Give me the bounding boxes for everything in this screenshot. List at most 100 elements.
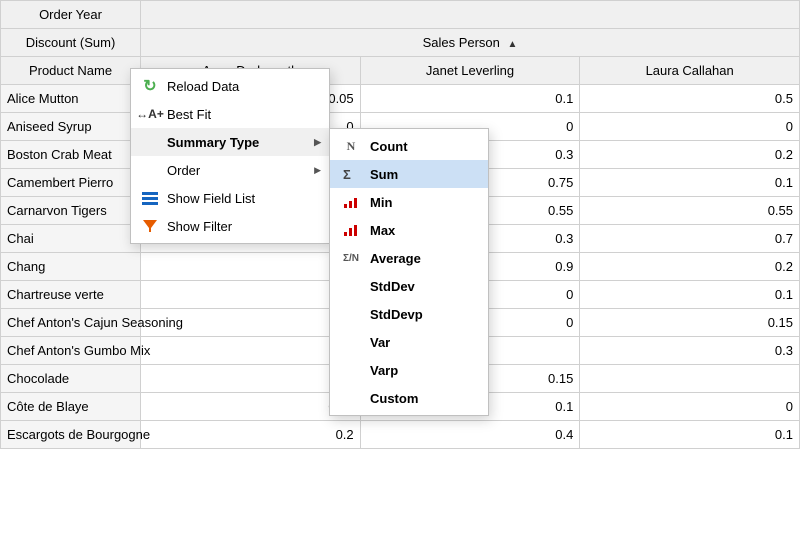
summary-type-icon (141, 133, 159, 151)
menu-item-showlist-label: Show Field List (167, 191, 317, 206)
data-cell-laura: 0.3 (580, 337, 800, 365)
menu-item-summary-type[interactable]: Summary Type N Count Σ Sum (131, 128, 329, 156)
submenu-var[interactable]: Var (330, 328, 488, 356)
filter-icon (141, 217, 159, 235)
data-cell-laura: 0.15 (580, 309, 800, 337)
sort-arrow-icon: ▲ (508, 39, 518, 50)
data-cell-anne: 0 (141, 253, 361, 281)
varp-icon (340, 361, 362, 379)
submenu-count-label: Count (370, 139, 408, 154)
data-cell-laura (580, 365, 800, 393)
data-cell-laura: 0.1 (580, 281, 800, 309)
data-cell-laura: 0.2 (580, 141, 800, 169)
product-name-header: Product Name (1, 57, 141, 85)
menu-item-order[interactable]: Order (131, 156, 329, 184)
submenu-count[interactable]: N Count (330, 132, 488, 160)
menu-item-order-label: Order (167, 163, 317, 178)
submenu-sum[interactable]: Σ Sum (330, 160, 488, 188)
row-product-name: Aniseed Syrup (1, 113, 141, 141)
discount-row: Discount (Sum) Sales Person ▲ (1, 29, 800, 57)
data-cell-laura: 0.55 (580, 197, 800, 225)
menu-item-bestfit-label: Best Fit (167, 107, 317, 122)
table-row: Escargots de Bourgogne0.20.40.1 (1, 421, 800, 449)
row-product-name: Côte de Blaye (1, 393, 141, 421)
col-laura[interactable]: Laura Callahan (580, 57, 800, 85)
data-cell-janet: 0.1 (360, 85, 580, 113)
order-icon (141, 161, 159, 179)
data-cell-anne (141, 365, 361, 393)
menu-item-reload-label: Reload Data (167, 79, 317, 94)
menu-item-summary-label: Summary Type (167, 135, 317, 150)
row-product-name: Chef Anton's Cajun Seasoning (1, 309, 141, 337)
custom-icon (340, 389, 362, 407)
data-cell-anne (141, 337, 361, 365)
order-year-cell: Order Year (1, 1, 141, 29)
bestfit-icon: ↔A+ (141, 105, 159, 123)
data-cell-anne: 0.2 (141, 421, 361, 449)
salesperson-label: Sales Person (423, 35, 500, 50)
submenu-average[interactable]: Σ/N Average (330, 244, 488, 272)
svg-text:Σ: Σ (343, 167, 351, 182)
menu-item-showlist[interactable]: Show Field List (131, 184, 329, 212)
submenu-average-label: Average (370, 251, 421, 266)
max-icon (340, 221, 362, 239)
submenu-max[interactable]: Max (330, 216, 488, 244)
order-year-row: Order Year (1, 1, 800, 29)
col-janet[interactable]: Janet Leverling (360, 57, 580, 85)
order-year-header (141, 1, 800, 29)
stddev-icon (340, 277, 362, 295)
submenu-custom-label: Custom (370, 391, 418, 406)
row-product-name: Chef Anton's Gumbo Mix (1, 337, 141, 365)
submenu-min-label: Min (370, 195, 392, 210)
row-product-name: Chocolade (1, 365, 141, 393)
context-menu: ↻ Reload Data ↔A+ Best Fit Summary Type … (130, 68, 330, 244)
submenu-varp-label: Varp (370, 363, 398, 378)
row-product-name: Camembert Pierro (1, 169, 141, 197)
submenu-max-label: Max (370, 223, 395, 238)
data-cell-laura: 0 (580, 113, 800, 141)
submenu-min[interactable]: Min (330, 188, 488, 216)
sum-icon: Σ (340, 165, 362, 183)
discount-header: Sales Person ▲ (141, 29, 800, 57)
table-row: Alice Mutton0.050.10.5 (1, 85, 800, 113)
row-product-name: Escargots de Bourgogne (1, 421, 141, 449)
submenu-varp[interactable]: Varp (330, 356, 488, 384)
data-cell-anne: 0 (141, 281, 361, 309)
average-icon: Σ/N (340, 249, 362, 267)
stddevp-icon (340, 305, 362, 323)
row-product-name: Chai (1, 225, 141, 253)
data-cell-janet: 0.4 (360, 421, 580, 449)
row-product-name: Alice Mutton (1, 85, 141, 113)
var-icon (340, 333, 362, 351)
submenu-stddev[interactable]: StdDev (330, 272, 488, 300)
menu-item-filter[interactable]: Show Filter (131, 212, 329, 240)
data-cell-anne: 0.15 (141, 393, 361, 421)
submenu-var-label: Var (370, 335, 390, 350)
row-product-name: Chang (1, 253, 141, 281)
data-cell-laura: 0.7 (580, 225, 800, 253)
data-cell-laura: 0.1 (580, 169, 800, 197)
submenu-sum-label: Sum (370, 167, 398, 182)
min-icon (340, 193, 362, 211)
menu-item-filter-label: Show Filter (167, 219, 317, 234)
submenu-stddev-label: StdDev (370, 279, 415, 294)
row-product-name: Chartreuse verte (1, 281, 141, 309)
column-headers-row: Product Name Anne Dodsworth Janet Leverl… (1, 57, 800, 85)
row-product-name: Boston Crab Meat (1, 141, 141, 169)
row-product-name: Carnarvon Tigers (1, 197, 141, 225)
discount-cell: Discount (Sum) (1, 29, 141, 57)
data-cell-laura: 0.2 (580, 253, 800, 281)
menu-item-bestfit[interactable]: ↔A+ Best Fit (131, 100, 329, 128)
menu-item-reload[interactable]: ↻ Reload Data (131, 72, 329, 100)
count-icon: N (340, 137, 362, 155)
summary-submenu: N Count Σ Sum (329, 128, 489, 416)
reload-icon: ↻ (141, 77, 159, 95)
pivot-container: Order Year Discount (Sum) Sales Person ▲… (0, 0, 800, 546)
data-cell-laura: 0 (580, 393, 800, 421)
submenu-stddevp-label: StdDevp (370, 307, 423, 322)
submenu-stddevp[interactable]: StdDevp (330, 300, 488, 328)
showlist-icon (141, 189, 159, 207)
data-cell-laura: 0.5 (580, 85, 800, 113)
submenu-custom[interactable]: Custom (330, 384, 488, 412)
data-cell-laura: 0.1 (580, 421, 800, 449)
